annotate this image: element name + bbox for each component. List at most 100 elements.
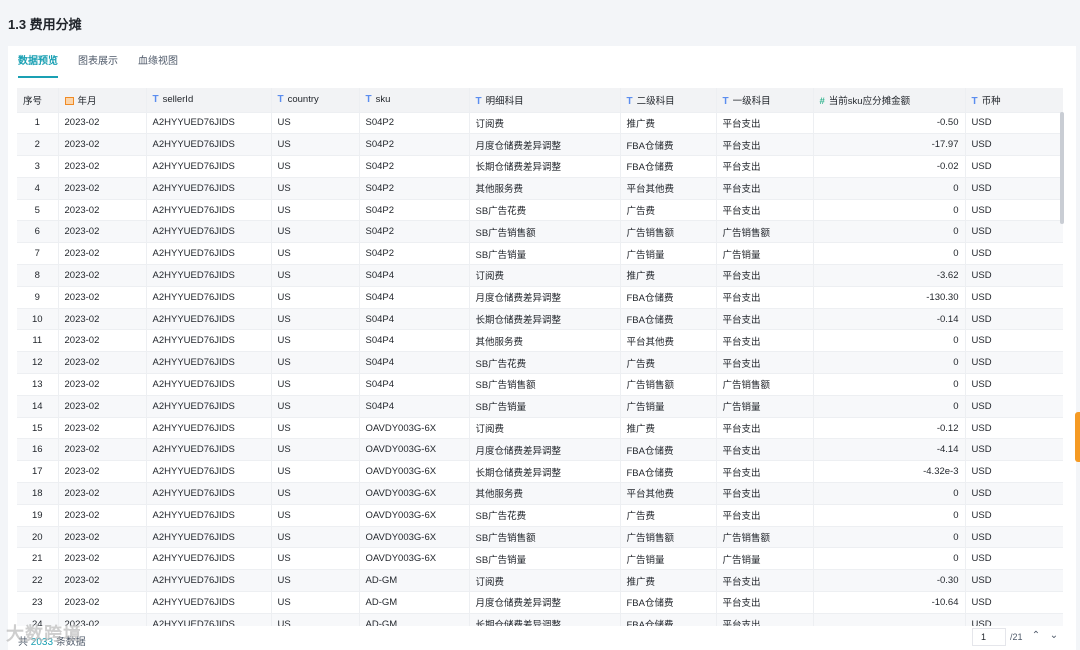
table-cell: OAVDY003G-6X	[359, 438, 470, 462]
table-row[interactable]: 21 2023-02 A2HYYUED76JIDS US OAVDY003G-6X SB广…	[17, 547, 1063, 571]
table-cell: USD	[965, 504, 1063, 527]
tab-chart[interactable]: 图表展示	[78, 46, 118, 78]
column-header[interactable]: T 一级科目	[716, 88, 814, 113]
table-row[interactable]: 5 2023-02 A2HYYUED76JIDS US S04P2 SB广告花费 广告费 平台…	[17, 199, 1063, 222]
table-row[interactable]: 12 2023-02 A2HYYUED76JIDS US S04P4 SB广告花费 广告费平…	[17, 351, 1063, 375]
tab-lineage[interactable]: 血缘视图	[138, 46, 178, 78]
table-cell: SB广告销售额	[469, 220, 621, 244]
tab-data-preview[interactable]: 数据预览	[18, 46, 58, 78]
table-cell: 2023-02	[58, 177, 147, 200]
table-cell: 20	[17, 526, 59, 549]
table-cell: US	[271, 220, 360, 244]
data-table: 序号 年月 TsellerId Tcountry Tsku T 明细科目 T 二级科目 T 一级科目…	[17, 88, 1063, 626]
calendar-icon	[64, 96, 74, 105]
table-row[interactable]: 1 2023-02 A2HYYUED76JIDS US S04P2 订阅费 推广费 平台支出 -…	[17, 112, 1063, 135]
column-header[interactable]: 序号	[17, 88, 59, 113]
table-cell: S04P4	[359, 308, 470, 331]
table-cell: -130.30	[813, 286, 966, 309]
column-header[interactable]: Tcountry	[271, 88, 360, 113]
table-row[interactable]: 24 2023-02 A2HYYUED76JIDS US AD-GM 长期仓储费差异调整 F…	[17, 613, 1063, 626]
column-header[interactable]: T 币种	[965, 88, 1063, 113]
table-row[interactable]: 11 2023-02 A2HYYUED76JIDS US S04P4 其他服务费 平台其他费…	[17, 329, 1063, 353]
column-header-label: 币种	[981, 95, 1001, 107]
table-cell: USD	[965, 373, 1063, 396]
chevron-up-icon[interactable]: ⌃	[1030, 630, 1042, 642]
side-drawer-handle[interactable]	[1075, 412, 1080, 462]
table-cell: FBA仓储费	[620, 155, 717, 178]
table-row[interactable]: 18 2023-02 A2HYYUED76JIDS US OAVDY003G-6X 其他服…	[17, 482, 1063, 505]
table-cell: USD	[965, 112, 1063, 135]
table-row[interactable]: 23 2023-02 A2HYYUED76JIDS US AD-GM 月度仓储费差异调整 F…	[17, 591, 1063, 614]
table-row[interactable]: 7 2023-02 A2HYYUED76JIDS US S04P2 SB广告销量 广告销量广…	[17, 242, 1063, 266]
column-header[interactable]: T 明细科目	[469, 88, 621, 113]
table-cell: SB广告花费	[469, 351, 621, 375]
table-row[interactable]: 15 2023-02 A2HYYUED76JIDS US OAVDY003G-6X 订阅费…	[17, 417, 1063, 440]
column-header-label: 当前sku应分摊金额	[828, 95, 911, 107]
table-row[interactable]: 2 2023-02 A2HYYUED76JIDS US S04P2 月度仓储费差异调整 FB…	[17, 133, 1063, 157]
table-row[interactable]: 19 2023-02 A2HYYUED76JIDS US OAVDY003G-6X SB广…	[17, 504, 1063, 527]
table-row[interactable]: 9 2023-02 A2HYYUED76JIDS US S04P4 月度仓储费差异调整 FB…	[17, 286, 1063, 309]
text-type-icon: T	[971, 95, 978, 107]
table-cell: 0	[813, 504, 966, 527]
table-row[interactable]: 16 2023-02 A2HYYUED76JIDS US OAVDY003G-6X 月度仓…	[17, 438, 1063, 462]
table-cell: 23	[17, 591, 59, 614]
table-cell: OAVDY003G-6X	[359, 482, 470, 505]
table-cell: SB广告销量	[469, 395, 621, 418]
column-header[interactable]: # 当前sku应分摊金额	[813, 88, 966, 113]
table-row[interactable]: 6 2023-02 A2HYYUED76JIDS US S04P2 SB广告销售额 广告销售…	[17, 220, 1063, 244]
column-header[interactable]: T 二级科目	[620, 88, 717, 113]
text-type-icon: T	[475, 95, 482, 107]
table-cell: 广告销量	[716, 547, 814, 571]
table-cell: 广告销量	[716, 395, 814, 418]
table-cell: 2023-02	[58, 133, 147, 157]
column-header-label: sellerId	[162, 94, 194, 106]
text-type-icon: T	[365, 94, 372, 106]
table-cell: OAVDY003G-6X	[359, 417, 470, 440]
page-number-input[interactable]	[972, 628, 1006, 646]
table-cell: 2023-02	[58, 199, 147, 222]
table-cell: USD	[965, 613, 1063, 626]
table-row[interactable]: 3 2023-02 A2HYYUED76JIDS US S04P2 长期仓储费差异调整 FB…	[17, 155, 1063, 178]
table-cell: FBA仓储费	[620, 308, 717, 331]
table-cell: 广告销售额	[620, 373, 717, 396]
table-cell: -0.14	[813, 308, 966, 331]
table-cell: A2HYYUED76JIDS	[146, 329, 272, 353]
column-header[interactable]: 年月	[58, 88, 147, 113]
table-row[interactable]: 22 2023-02 A2HYYUED76JIDS US AD-GM 订阅费 推广费 平台支出…	[17, 569, 1063, 593]
table-cell: 0	[813, 329, 966, 353]
table-cell: S04P2	[359, 199, 470, 222]
table-cell: USD	[965, 417, 1063, 440]
table-cell: 长期仓储费差异调整	[469, 613, 621, 626]
table-cell: USD	[965, 155, 1063, 178]
table-cell: 2023-02	[58, 438, 147, 462]
table-cell: 0	[813, 220, 966, 244]
table-row[interactable]: 10 2023-02 A2HYYUED76JIDS US S04P4 长期仓储费差异调整 F…	[17, 308, 1063, 331]
table-cell: 推广费	[620, 417, 717, 440]
table-cell: 2023-02	[58, 220, 147, 244]
table-cell: USD	[965, 308, 1063, 331]
pagination-footer: 共 2033 条数据 /21 ⌃ ⌄	[8, 628, 1076, 650]
table-cell: USD	[965, 526, 1063, 549]
table-cell: A2HYYUED76JIDS	[146, 438, 272, 462]
column-header[interactable]: Tsku	[359, 88, 470, 113]
column-header-label: 年月	[77, 95, 97, 107]
table-cell: 其他服务费	[469, 329, 621, 353]
table-row[interactable]: 20 2023-02 A2HYYUED76JIDS US OAVDY003G-6X SB广…	[17, 526, 1063, 549]
column-header[interactable]: TsellerId	[146, 88, 272, 113]
table-cell: 推广费	[620, 569, 717, 593]
table-row[interactable]: 13 2023-02 A2HYYUED76JIDS US S04P4 SB广告销售额 广告销…	[17, 373, 1063, 396]
table-cell: FBA仓储费	[620, 133, 717, 157]
table-cell: AD-GM	[359, 591, 470, 614]
table-row[interactable]: 4 2023-02 A2HYYUED76JIDS US S04P2 其他服务费 平台其他费平…	[17, 177, 1063, 200]
column-header-label: sku	[375, 94, 391, 106]
table-cell: 广告费	[620, 199, 717, 222]
vertical-scrollbar[interactable]	[1060, 112, 1064, 224]
table-row[interactable]: 8 2023-02 A2HYYUED76JIDS US S04P4 订阅费 推广费 平台支出 -…	[17, 264, 1063, 287]
table-row[interactable]: 17 2023-02 A2HYYUED76JIDS US OAVDY003G-6X 长期仓…	[17, 460, 1063, 484]
table-row[interactable]: 14 2023-02 A2HYYUED76JIDS US S04P4 SB广告销量 广告销量…	[17, 395, 1063, 418]
chevron-down-icon[interactable]: ⌄	[1048, 630, 1060, 642]
table-cell: USD	[965, 329, 1063, 353]
table-cell: A2HYYUED76JIDS	[146, 504, 272, 527]
table-cell: USD	[965, 133, 1063, 157]
table-cell: 广告费	[620, 504, 717, 527]
